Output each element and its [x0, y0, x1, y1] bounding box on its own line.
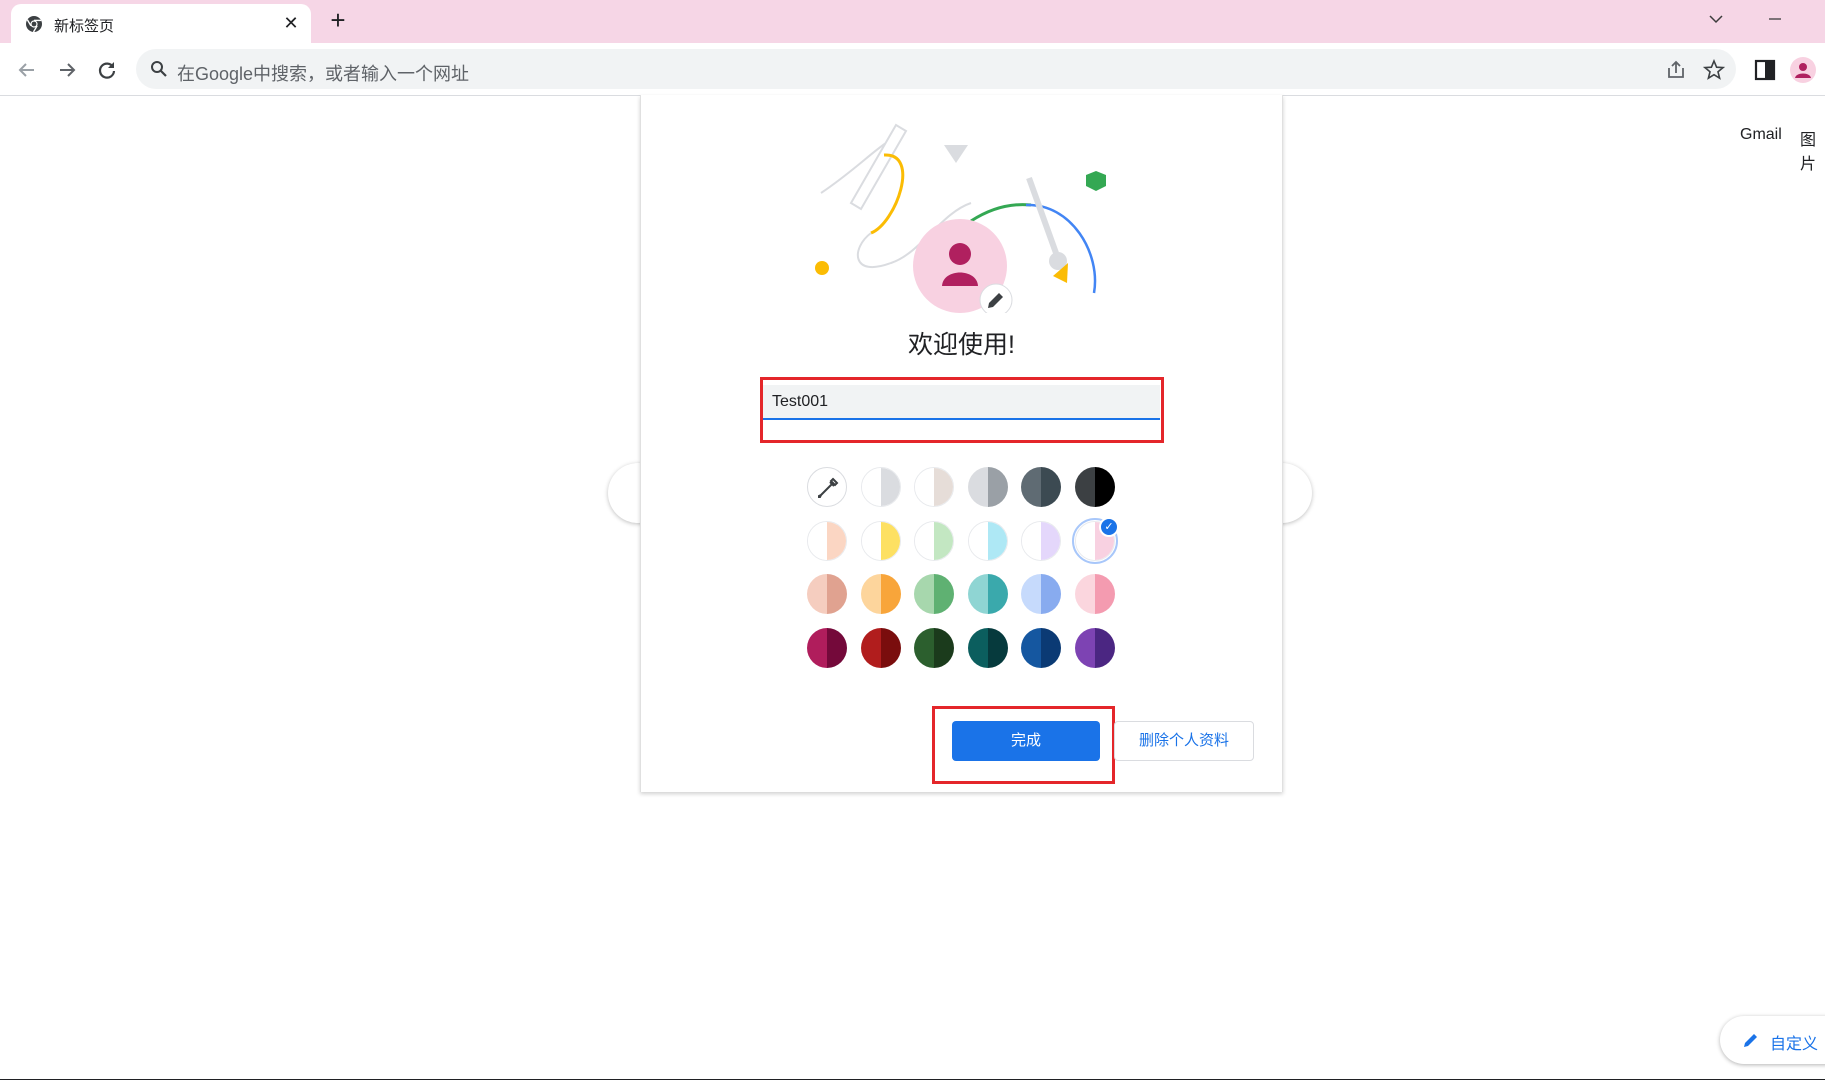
- tab-new-tab[interactable]: 新标签页 ✕: [11, 4, 311, 43]
- color-swatch-blue[interactable]: [1021, 574, 1061, 614]
- tab-title: 新标签页: [54, 18, 115, 35]
- profile-setup-dialog: 欢迎使用! ✓ 完成 删除个人资料: [640, 95, 1283, 792]
- color-swatch-teal-dark[interactable]: [968, 628, 1008, 668]
- color-swatch-grey-white[interactable]: [861, 467, 901, 507]
- side-panel-icon[interactable]: [1752, 57, 1778, 83]
- color-swatch-green-light[interactable]: [914, 521, 954, 561]
- title-bar: 新标签页 ✕ +: [0, 0, 1825, 43]
- customize-label: 自定义: [1770, 1036, 1819, 1053]
- share-icon[interactable]: [1665, 59, 1687, 81]
- gmail-link[interactable]: Gmail: [1740, 126, 1782, 144]
- color-swatch-magenta-dark[interactable]: [807, 628, 847, 668]
- tab-search-dropdown-icon[interactable]: [1701, 6, 1731, 32]
- selected-check-icon: ✓: [1099, 517, 1119, 537]
- color-swatch-peach[interactable]: [807, 574, 847, 614]
- color-swatch-teal[interactable]: [968, 574, 1008, 614]
- new-tab-button[interactable]: +: [325, 7, 351, 34]
- reload-button[interactable]: [92, 55, 122, 85]
- done-button[interactable]: 完成: [952, 721, 1100, 761]
- color-swatch-lavender-light[interactable]: [1021, 521, 1061, 561]
- minimize-button[interactable]: [1760, 6, 1790, 32]
- reload-icon: [98, 62, 116, 79]
- color-swatch-cyan-light[interactable]: [968, 521, 1008, 561]
- color-swatch-slate[interactable]: [1021, 467, 1061, 507]
- color-swatch-peach-light[interactable]: [807, 521, 847, 561]
- address-bar[interactable]: 在Google中搜索，或者输入一个网址: [136, 49, 1736, 89]
- delete-profile-button[interactable]: 删除个人资料: [1114, 721, 1254, 761]
- customize-button[interactable]: 自定义: [1720, 1016, 1825, 1064]
- color-swatch-grey-silver[interactable]: [968, 467, 1008, 507]
- profile-name-input[interactable]: [763, 385, 1160, 420]
- color-swatch-red-dark[interactable]: [861, 628, 901, 668]
- eyedropper-icon: [818, 477, 839, 498]
- browser-toolbar: 在Google中搜索，或者输入一个网址: [0, 43, 1825, 96]
- pencil-icon: [1744, 1034, 1757, 1047]
- back-button[interactable]: [12, 55, 42, 85]
- color-swatch-green-dark[interactable]: [914, 628, 954, 668]
- back-arrow-icon: [18, 63, 34, 77]
- color-swatch-custom-color-picker[interactable]: [807, 467, 847, 507]
- color-swatch-yellow-light[interactable]: [861, 521, 901, 561]
- color-swatch-pink[interactable]: [1075, 574, 1115, 614]
- bookmark-star-icon[interactable]: [1703, 59, 1725, 81]
- images-link[interactable]: 图片: [1800, 126, 1825, 174]
- tab-close-icon[interactable]: ✕: [281, 13, 301, 33]
- welcome-illustration: [815, 123, 1106, 313]
- color-swatch-black[interactable]: [1075, 467, 1115, 507]
- profile-avatar-icon[interactable]: [1790, 57, 1816, 83]
- color-swatch-beige-white[interactable]: [914, 467, 954, 507]
- color-swatch-blue-dark[interactable]: [1021, 628, 1061, 668]
- color-swatch-green[interactable]: [914, 574, 954, 614]
- chrome-icon: [26, 16, 42, 33]
- address-bar-placeholder: 在Google中搜索，或者输入一个网址: [177, 64, 470, 84]
- forward-button[interactable]: [52, 55, 82, 85]
- dialog-title: 欢迎使用!: [908, 331, 1015, 359]
- forward-arrow-icon: [60, 63, 76, 77]
- search-icon: [151, 61, 167, 77]
- color-swatch-orange[interactable]: [861, 574, 901, 614]
- color-swatch-purple-dark[interactable]: [1075, 628, 1115, 668]
